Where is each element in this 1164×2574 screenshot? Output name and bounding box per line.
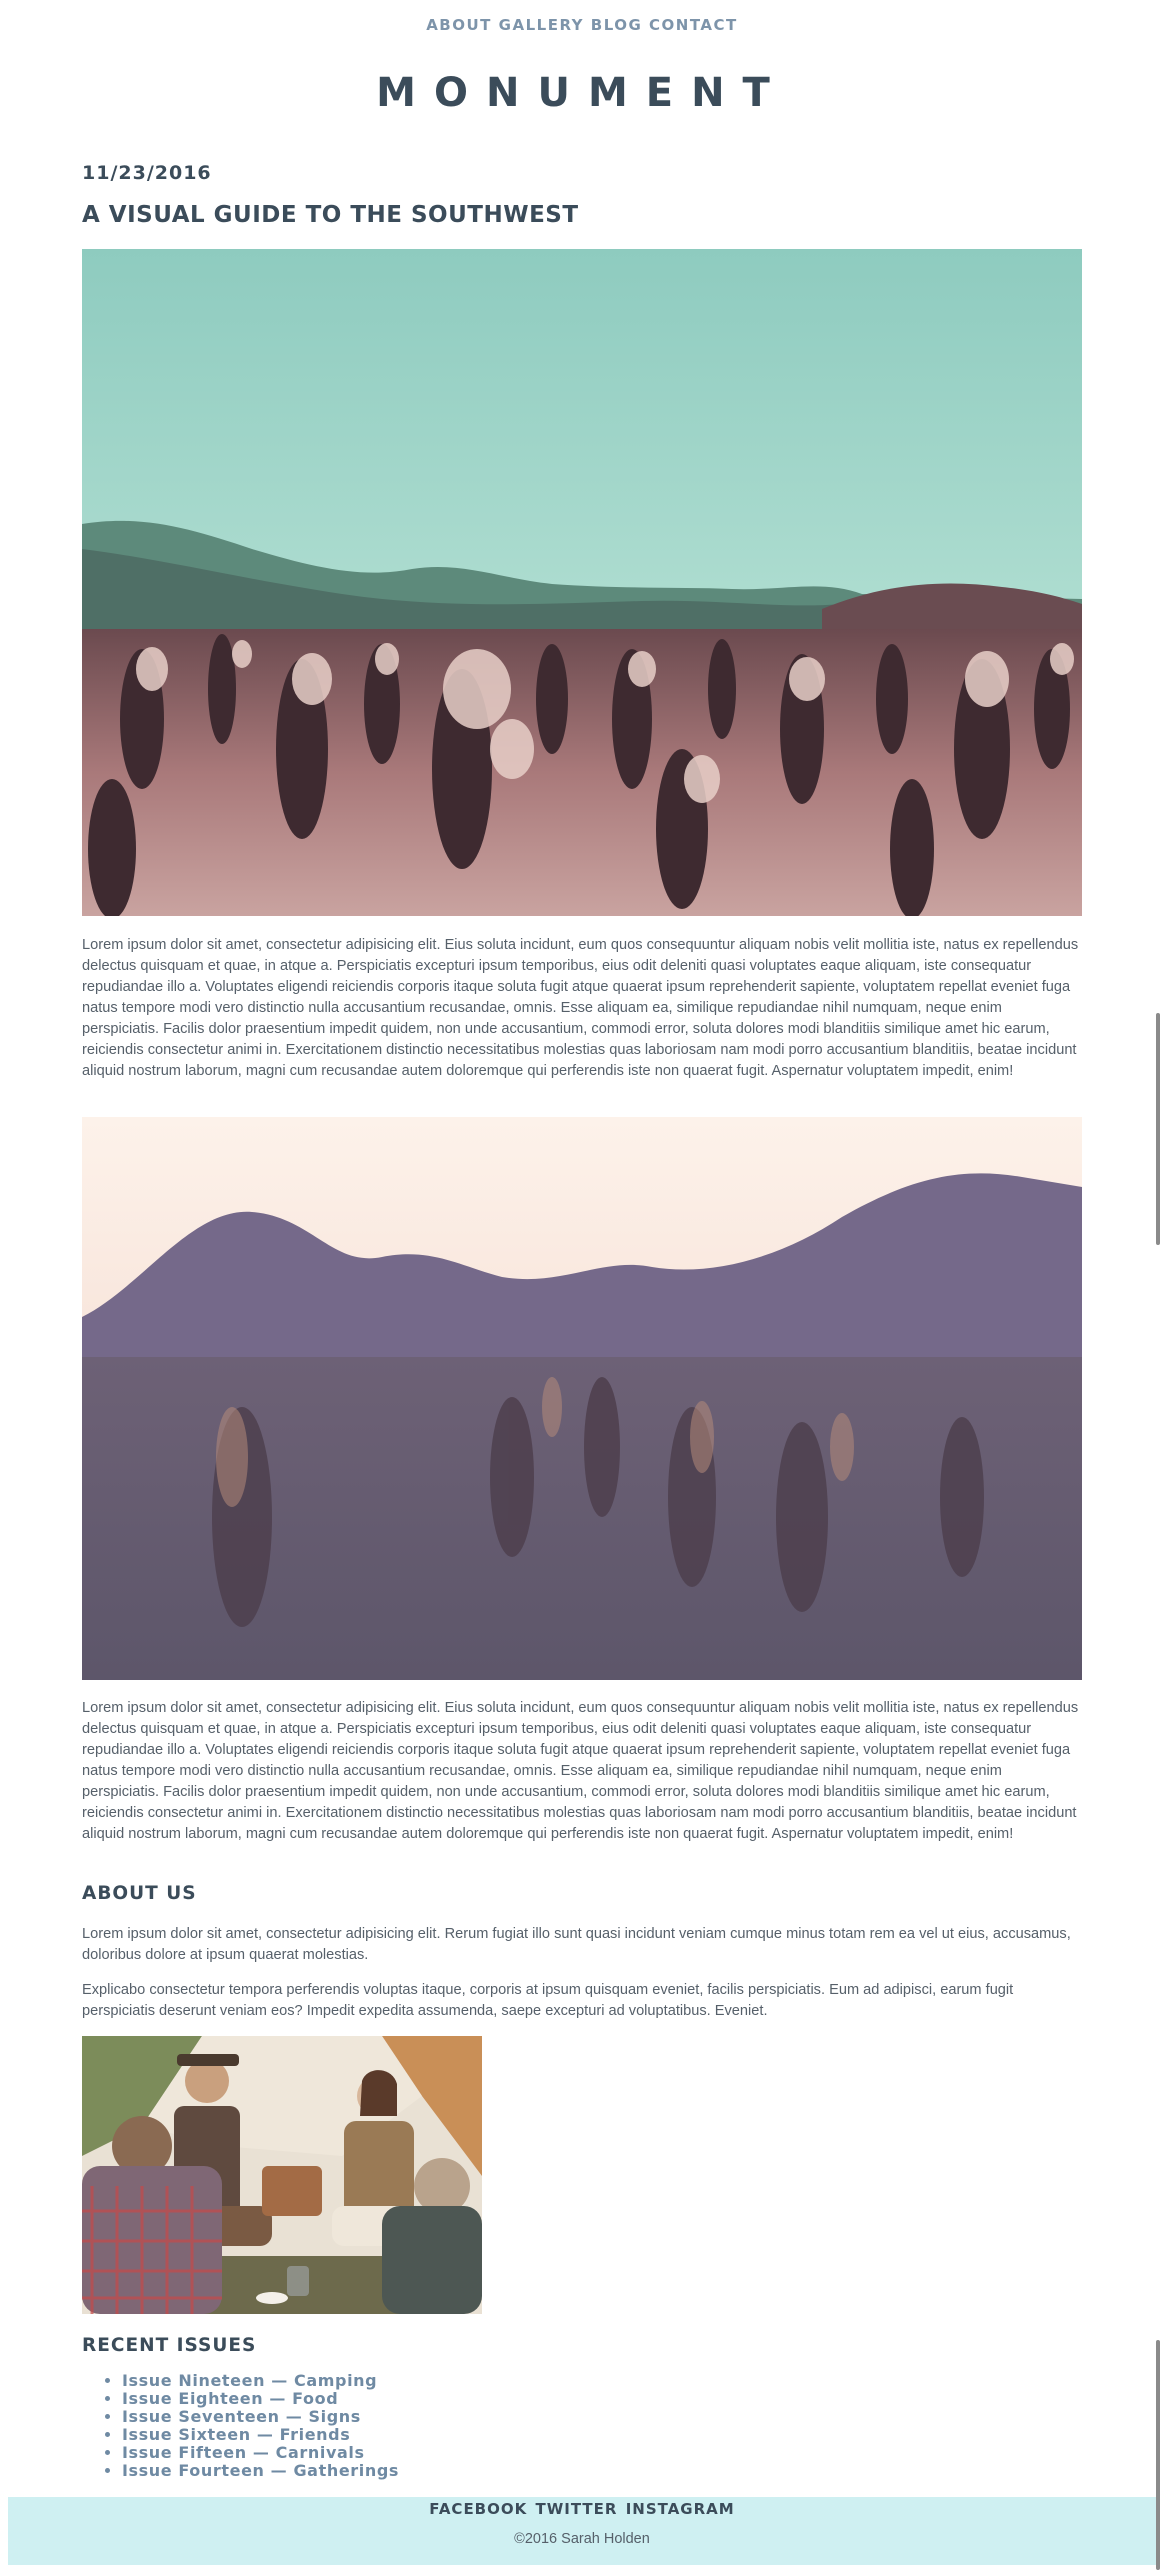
issue-link-sixteen[interactable]: Issue Sixteen — Friends <box>122 2425 350 2444</box>
issue-link-fourteen[interactable]: Issue Fourteen — Gatherings <box>122 2461 399 2480</box>
social-link-twitter[interactable]: TWITTER <box>535 2500 617 2518</box>
list-item: Issue Nineteen — Camping <box>122 2372 399 2390</box>
social-links: FACEBOOK TWITTER INSTAGRAM <box>0 2500 1164 2518</box>
post-paragraph-2: Lorem ipsum dolor sit amet, consectetur … <box>82 1700 1079 1842</box>
list-item: Issue Seventeen — Signs <box>122 2408 399 2426</box>
top-nav: ABOUT GALLERY BLOG CONTACT <box>0 16 1164 34</box>
nav-link-blog[interactable]: BLOG <box>591 16 643 34</box>
dusk-cactus-image <box>82 1117 1082 1680</box>
scrollbar-thumb-secondary[interactable] <box>1156 2340 1160 2570</box>
list-item: Issue Eighteen — Food <box>122 2390 399 2408</box>
post-title: A VISUAL GUIDE TO THE SOUTHWEST <box>82 202 579 228</box>
issue-link-fifteen[interactable]: Issue Fifteen — Carnivals <box>122 2443 365 2462</box>
post-paragraph-1: Lorem ipsum dolor sit amet, consectetur … <box>82 937 1079 1079</box>
people-camping-image <box>82 2036 482 2314</box>
about-paragraph-2: Explicabo consectetur tempora perferendi… <box>82 1982 1014 2019</box>
social-link-instagram[interactable]: INSTAGRAM <box>626 2500 735 2518</box>
about-heading: ABOUT US <box>82 1883 197 1904</box>
issue-link-seventeen[interactable]: Issue Seventeen — Signs <box>122 2407 361 2426</box>
recent-issues-list: Issue Nineteen — Camping Issue Eighteen … <box>100 2372 399 2480</box>
about-paragraph-1: Lorem ipsum dolor sit amet, consectetur … <box>82 1926 1071 1963</box>
site-brand[interactable]: MONUMENT <box>0 70 1164 116</box>
about-group-photo <box>82 2036 482 2314</box>
issue-link-nineteen[interactable]: Issue Nineteen — Camping <box>122 2371 377 2390</box>
list-item: Issue Sixteen — Friends <box>122 2426 399 2444</box>
desert-cactus-photo <box>82 249 1082 916</box>
list-item: Issue Fifteen — Carnivals <box>122 2444 399 2462</box>
dusk-cactus-photo <box>82 1117 1082 1680</box>
scrollbar-thumb[interactable] <box>1156 1013 1160 1245</box>
desert-cactus-image <box>82 249 1082 916</box>
issue-link-eighteen[interactable]: Issue Eighteen — Food <box>122 2389 338 2408</box>
nav-link-gallery[interactable]: GALLERY <box>499 16 584 34</box>
nav-link-about[interactable]: ABOUT <box>426 16 492 34</box>
social-link-facebook[interactable]: FACEBOOK <box>429 2500 527 2518</box>
recent-issues-heading: RECENT ISSUES <box>82 2335 257 2356</box>
nav-link-contact[interactable]: CONTACT <box>649 16 738 34</box>
copyright: ©2016 Sarah Holden <box>514 2531 650 2547</box>
list-item: Issue Fourteen — Gatherings <box>122 2462 399 2480</box>
post-date: 11/23/2016 <box>82 162 212 184</box>
